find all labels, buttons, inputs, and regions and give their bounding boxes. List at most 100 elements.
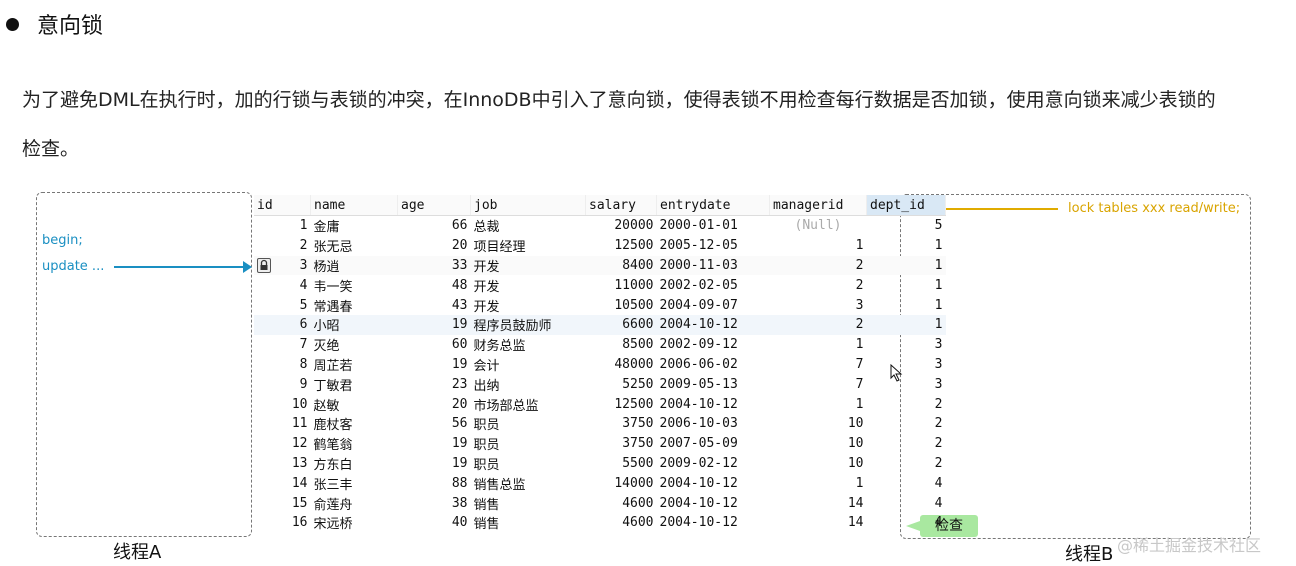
- begin-statement: begin;: [42, 233, 83, 248]
- cell-age: 38: [451, 495, 468, 511]
- cell-dept_id: 1: [866, 314, 946, 335]
- cell-managerid: 10: [847, 416, 864, 432]
- cell-age: 19: [451, 436, 468, 452]
- cell-entrydate: 2000-11-03: [656, 255, 770, 276]
- table-row[interactable]: 6 小昭 19 程序员鼓励师 6600 2004-10-12 2 1: [254, 314, 946, 335]
- cell-dept_id: 3: [934, 356, 943, 372]
- table-row[interactable]: 16 宋远桥 40 销售 4600 2004-10-12 14 4: [254, 513, 946, 533]
- table-row[interactable]: 14 张三丰 88 销售总监 14000 2004-10-12 1 4: [254, 473, 946, 493]
- cell-id: 3: [254, 255, 311, 276]
- cell-age: 56: [451, 416, 468, 432]
- cell-id: 12: [291, 436, 308, 452]
- table-row[interactable]: 8 周芷若 19 会计 48000 2006-06-02 7 3: [254, 355, 946, 375]
- cell-salary: 3750: [622, 416, 654, 432]
- cell-salary: 5500: [622, 455, 654, 471]
- cell-id: 13: [291, 455, 308, 471]
- cell-entrydate: 2009-05-13: [659, 376, 738, 392]
- bullet-icon: [6, 17, 19, 31]
- table-row[interactable]: 3 杨逍 33 开发 8400 2000-11-03 2 1: [254, 255, 946, 276]
- cell-managerid: (Null): [794, 218, 842, 234]
- cell-entrydate: 2007-05-09: [659, 436, 738, 452]
- cell-managerid: 2: [769, 255, 867, 276]
- table-row[interactable]: 12 鹤笔翁 19 职员 3750 2007-05-09 10 2: [254, 434, 946, 454]
- cell-managerid: 1: [855, 337, 864, 353]
- table-row[interactable]: 2 张无忌 20 项目经理 12500 2005-12-05 1 1: [254, 236, 946, 256]
- cell-name: 金庸: [313, 220, 340, 236]
- table-row[interactable]: 11 鹿杖客 56 职员 3750 2006-10-03 10 2: [254, 414, 946, 434]
- table-row[interactable]: 15 俞莲舟 38 销售 4600 2004-10-12 14 4: [254, 493, 946, 513]
- cell-entrydate: 2004-10-12: [659, 475, 738, 491]
- table-row[interactable]: 13 方东白 19 职员 5500 2009-02-12 10 2: [254, 454, 946, 474]
- cell-id: 1: [299, 218, 308, 234]
- cell-dept_id: 3: [934, 376, 943, 392]
- section-heading: 意向锁: [6, 8, 103, 40]
- cell-id: 14: [291, 475, 308, 491]
- column-header-entrydate[interactable]: entrydate: [656, 195, 770, 216]
- cell-name: 韦一笑: [313, 279, 353, 295]
- table-header-row: id name age job salary entrydate managerid dept…: [254, 195, 946, 216]
- table-row[interactable]: 5 常遇春 43 开发 10500 2004-09-07 3 1: [254, 295, 946, 315]
- cell-age: 43: [451, 297, 468, 313]
- cell-name: 方东白: [313, 457, 353, 473]
- cell-salary: 10500: [614, 297, 654, 313]
- cell-name: 鹤笔翁: [313, 438, 353, 454]
- arrow-right-icon: [114, 261, 252, 273]
- description-paragraph: 为了避免DML在执行时，加的行锁与表锁的冲突，在InnoDB中引入了意向锁，使得…: [22, 89, 1216, 160]
- update-statement: update ...: [42, 259, 105, 274]
- column-header-job[interactable]: job: [470, 195, 586, 216]
- cell-entrydate: 2004-10-12: [656, 314, 770, 335]
- cell-dept_id: 2: [934, 455, 943, 471]
- cell-salary: 8400: [585, 255, 657, 276]
- table-row[interactable]: 10 赵敏 20 市场部总监 12500 2004-10-12 1 2: [254, 394, 946, 414]
- cell-dept_id: 1: [934, 297, 943, 313]
- column-header-age[interactable]: age: [397, 195, 471, 216]
- mouse-cursor-icon: [890, 364, 903, 382]
- cell-job: 销售总监: [473, 477, 526, 493]
- cell-name: 灭绝: [313, 339, 340, 355]
- cell-salary: 11000: [614, 277, 654, 293]
- employee-table: id name age job salary entrydate managerid dept…: [254, 195, 946, 533]
- table-row[interactable]: 4 韦一笑 48 开发 11000 2002-02-05 2 1: [254, 275, 946, 295]
- cell-managerid: 14: [847, 495, 864, 511]
- cell-managerid: 2: [855, 277, 864, 293]
- cell-age: 19: [451, 455, 468, 471]
- cell-age: 19: [397, 314, 471, 335]
- cell-dept_id: 4: [934, 495, 943, 511]
- column-header-id[interactable]: id: [254, 195, 311, 216]
- cell-salary: 8500: [622, 337, 654, 353]
- cell-entrydate: 2006-06-02: [659, 356, 738, 372]
- cell-age: 66: [451, 218, 468, 234]
- cell-managerid: 10: [847, 455, 864, 471]
- thread-a-label: 线程A: [113, 542, 162, 563]
- cell-managerid: 1: [855, 475, 864, 491]
- column-header-dept_id[interactable]: dept_id: [866, 195, 946, 216]
- cell-job: 销售: [473, 517, 500, 533]
- table-row[interactable]: 9 丁敏君 23 出纳 5250 2009-05-13 7 3: [254, 374, 946, 394]
- table-row[interactable]: 7 灭绝 60 财务总监 8500 2002-09-12 1 3: [254, 335, 946, 355]
- cell-dept_id: 1: [934, 238, 943, 254]
- cell-name: 常遇春: [313, 299, 353, 315]
- cell-name: 丁敏君: [313, 378, 353, 394]
- cell-job: 市场部总监: [473, 398, 539, 414]
- lock-tables-statement: lock tables xxx read/write;: [1068, 201, 1241, 216]
- cell-job: 项目经理: [473, 240, 526, 256]
- cell-entrydate: 2005-12-05: [659, 238, 738, 254]
- cell-entrydate: 2002-02-05: [659, 277, 738, 293]
- cell-name: 张无忌: [313, 240, 353, 256]
- cell-id: 16: [291, 515, 308, 531]
- cell-job: 开发: [473, 299, 500, 315]
- cell-managerid: 1: [855, 238, 864, 254]
- cell-job: 职员: [473, 438, 500, 454]
- cell-salary: 4600: [622, 495, 654, 511]
- cell-name: 小昭: [310, 314, 398, 335]
- cell-name: 杨逍: [310, 255, 398, 276]
- column-header-salary[interactable]: salary: [585, 195, 657, 216]
- table-row[interactable]: 1 金庸 66 总裁 20000 2000-01-01 (Null) 5: [254, 216, 946, 236]
- column-header-name[interactable]: name: [310, 195, 398, 216]
- column-header-managerid[interactable]: managerid: [769, 195, 867, 216]
- cell-id: 10: [291, 396, 308, 412]
- cell-salary: 12500: [614, 238, 654, 254]
- thread-b-box: [900, 194, 1251, 539]
- cell-entrydate: 2004-09-07: [659, 297, 738, 313]
- cell-age: 48: [451, 277, 468, 293]
